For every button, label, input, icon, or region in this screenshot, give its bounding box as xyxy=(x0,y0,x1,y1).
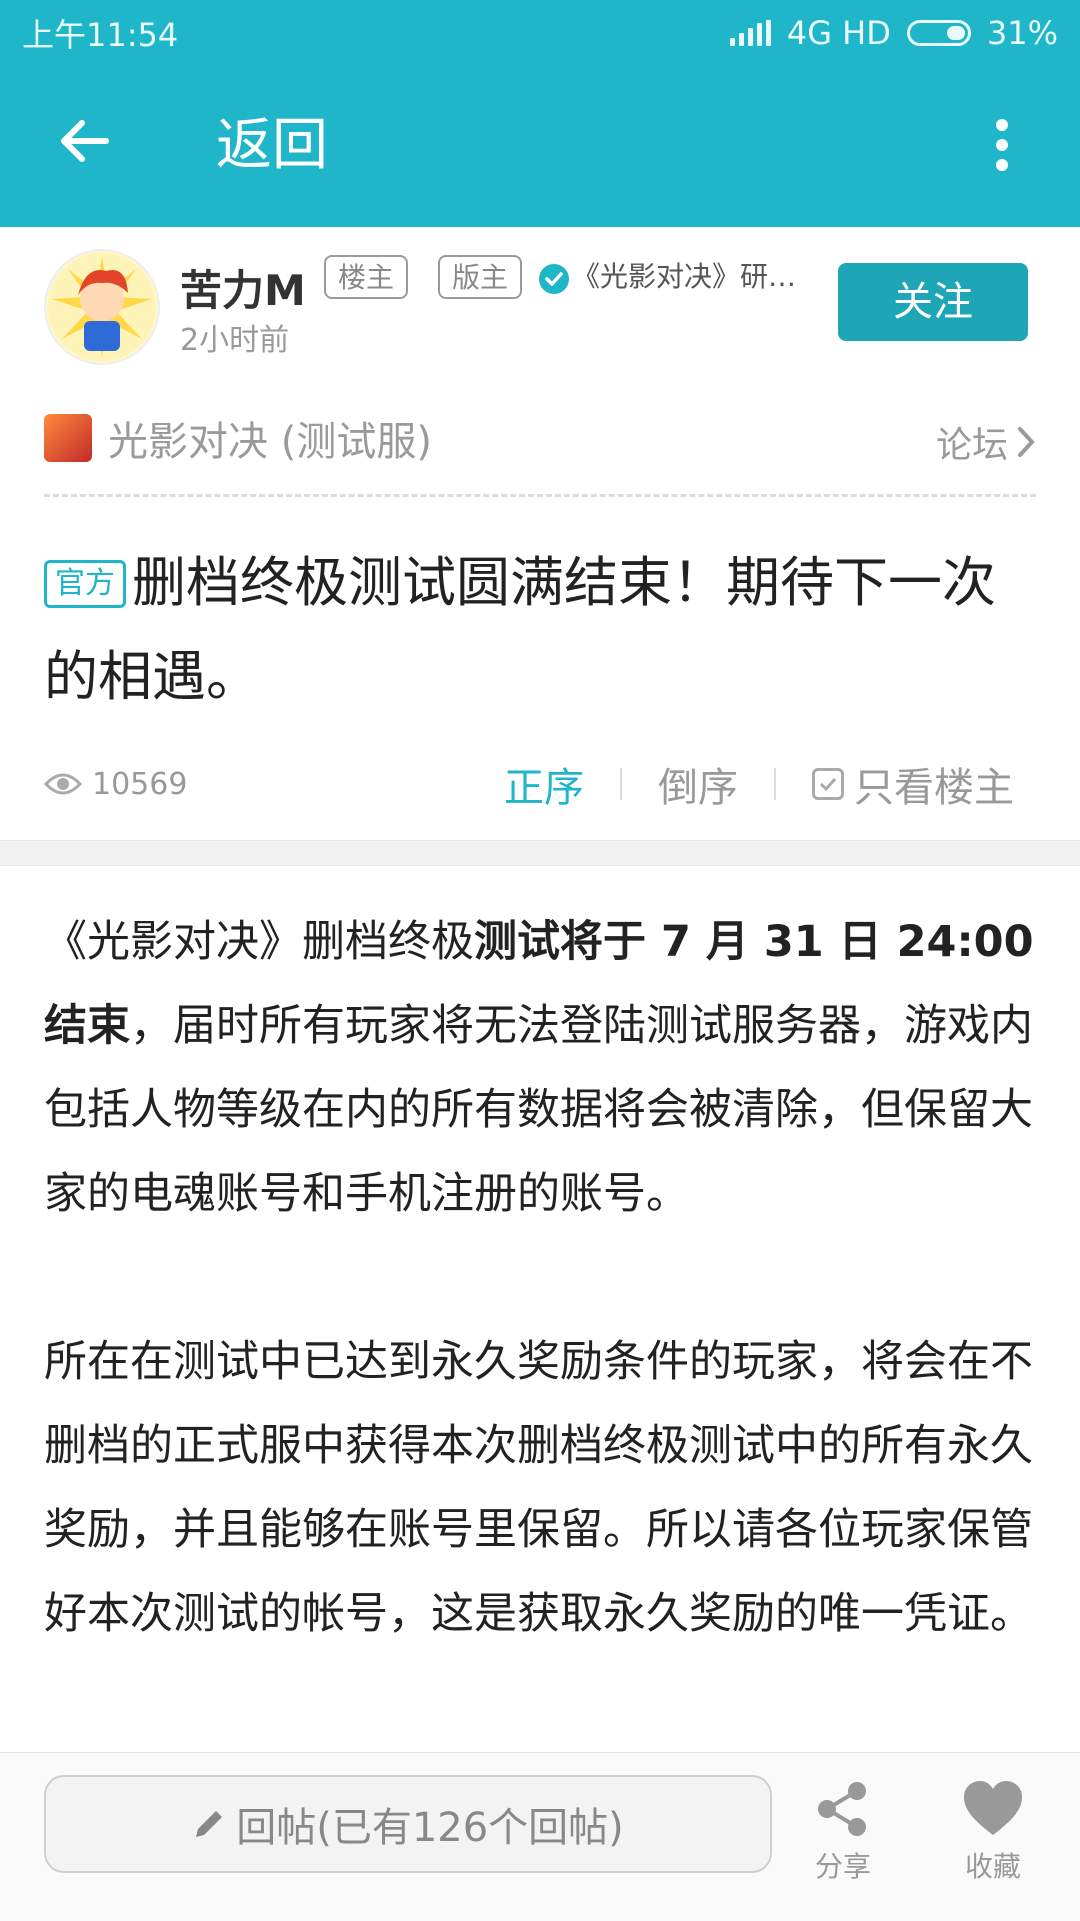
paragraph-1-suffix: ，届时所有玩家将无法登陆测试服务器，游戏内包括人物等级在内的所有数据将会被清除，… xyxy=(44,1001,1033,1219)
share-button[interactable]: 分享 xyxy=(788,1779,898,1885)
more-vertical-icon[interactable] xyxy=(994,115,1010,175)
op-only-checkbox[interactable] xyxy=(812,768,844,800)
op-only-label[interactable]: 只看楼主 xyxy=(854,755,1014,813)
view-count-value: 10569 xyxy=(92,766,188,802)
battery-percent: 31% xyxy=(986,13,1058,52)
avatar-image xyxy=(48,253,156,361)
reply-placeholder: 回帖(已有126个回帖) xyxy=(236,1805,624,1851)
battery-icon xyxy=(906,19,971,46)
app-bar: 返回 xyxy=(0,65,1080,227)
post-content: 《光影对决》删档终极测试将于 7 月 31 日 24:00 结束，届时所有玩家将… xyxy=(44,900,1036,1656)
eye-icon xyxy=(44,773,82,795)
post-stats: 10569 正序 倒序 只看楼主 xyxy=(44,754,1044,814)
verified-icon xyxy=(539,264,569,294)
status-icons: 4G HD 31% xyxy=(729,13,1058,52)
heart-icon xyxy=(964,1781,1022,1835)
separator xyxy=(774,768,776,800)
post-title-text: 删档终极测试圆满结束！期待下一次的相遇。 xyxy=(44,551,996,708)
forum-name[interactable]: 光影对决 (测试服) xyxy=(108,409,432,467)
back-label[interactable]: 返回 xyxy=(216,111,328,181)
sort-asc[interactable]: 正序 xyxy=(504,755,584,813)
back-arrow-icon[interactable] xyxy=(54,111,114,171)
favorite-label: 收藏 xyxy=(964,1850,1021,1883)
tag-op: 楼主 xyxy=(324,255,409,299)
bottom-bar: 回帖(已有126个回帖) 分享 收藏 xyxy=(0,1752,1080,1921)
forum-row[interactable]: 光影对决 (测试服) 论坛 xyxy=(44,402,1036,474)
dashed-divider xyxy=(44,494,1036,497)
signal-icon xyxy=(729,19,771,46)
author-name[interactable]: 苦力M xyxy=(180,257,306,318)
pencil-icon xyxy=(196,1811,223,1837)
forum-icon xyxy=(44,414,92,462)
sort-options: 正序 倒序 只看楼主 xyxy=(504,754,1014,814)
status-bar: 上午11:54 4G HD 31% xyxy=(0,0,1080,65)
section-divider xyxy=(0,840,1080,866)
paragraph-2: 所在在测试中已达到永久奖励条件的玩家，将会在不删档的正式服中获得本次删档终极测试… xyxy=(44,1337,1033,1639)
paragraph-1-prefix: 《光影对决》删档终极 xyxy=(44,917,474,967)
sort-desc[interactable]: 倒序 xyxy=(658,755,738,813)
author-affiliation: 《光影对决》研发... xyxy=(572,260,822,293)
paragraph-1: 《光影对决》删档终极测试将于 7 月 31 日 24:00 结束，届时所有玩家将… xyxy=(44,900,1036,1236)
forum-link-label: 论坛 xyxy=(935,425,1008,466)
author-row: 苦力M 楼主 版主 《光影对决》研发... 2小时前 关注 xyxy=(0,227,1080,377)
post-title: 官方 删档终极测试圆满结束！期待下一次的相遇。 xyxy=(44,536,1036,724)
reply-input[interactable]: 回帖(已有126个回帖) xyxy=(44,1775,772,1873)
view-count: 10569 xyxy=(44,767,187,802)
status-time: 上午11:54 xyxy=(22,15,179,54)
post-time: 2小时前 xyxy=(180,323,290,358)
check-icon xyxy=(819,777,837,792)
forum-link[interactable]: 论坛 xyxy=(936,416,1036,468)
avatar[interactable] xyxy=(44,249,160,365)
chevron-right-icon xyxy=(1018,427,1035,457)
follow-button[interactable]: 关注 xyxy=(838,263,1028,341)
network-label: 4G HD xyxy=(786,13,891,52)
share-icon xyxy=(818,1782,866,1836)
favorite-button[interactable]: 收藏 xyxy=(938,1779,1048,1885)
share-label: 分享 xyxy=(814,1850,871,1883)
official-badge: 官方 xyxy=(44,560,126,608)
tag-moderator: 版主 xyxy=(438,255,523,299)
separator xyxy=(620,768,622,800)
